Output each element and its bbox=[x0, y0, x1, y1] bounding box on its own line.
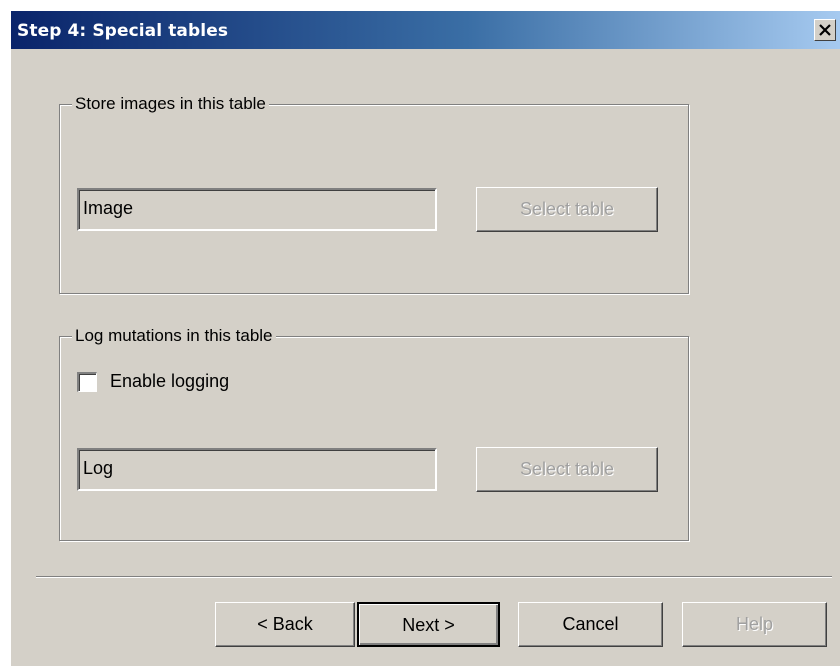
back-button[interactable]: < Back bbox=[215, 602, 355, 647]
wizard-dialog: Step 4: Special tables Store images in t… bbox=[10, 10, 840, 666]
log-groupbox: Log mutations in this table Enable loggi… bbox=[59, 326, 689, 541]
log-table-field: Log bbox=[77, 448, 437, 491]
images-groupbox: Store images in this table Image Select … bbox=[59, 94, 689, 294]
footer-separator bbox=[36, 576, 832, 578]
log-group-legend: Log mutations in this table bbox=[72, 326, 276, 346]
cancel-button[interactable]: Cancel bbox=[518, 602, 663, 647]
select-image-table-button[interactable]: Select table bbox=[476, 187, 658, 232]
image-table-field: Image bbox=[77, 188, 437, 231]
help-button[interactable]: Help bbox=[682, 602, 827, 647]
window-title: Step 4: Special tables bbox=[17, 21, 229, 41]
close-button[interactable] bbox=[814, 19, 836, 41]
images-group-legend: Store images in this table bbox=[72, 94, 269, 114]
enable-logging-label[interactable]: Enable logging bbox=[110, 371, 229, 392]
title-bar: Step 4: Special tables bbox=[11, 11, 840, 49]
next-button[interactable]: Next > bbox=[357, 602, 500, 647]
select-log-table-button[interactable]: Select table bbox=[476, 447, 658, 492]
close-icon bbox=[819, 24, 831, 36]
enable-logging-checkbox[interactable] bbox=[77, 372, 97, 392]
